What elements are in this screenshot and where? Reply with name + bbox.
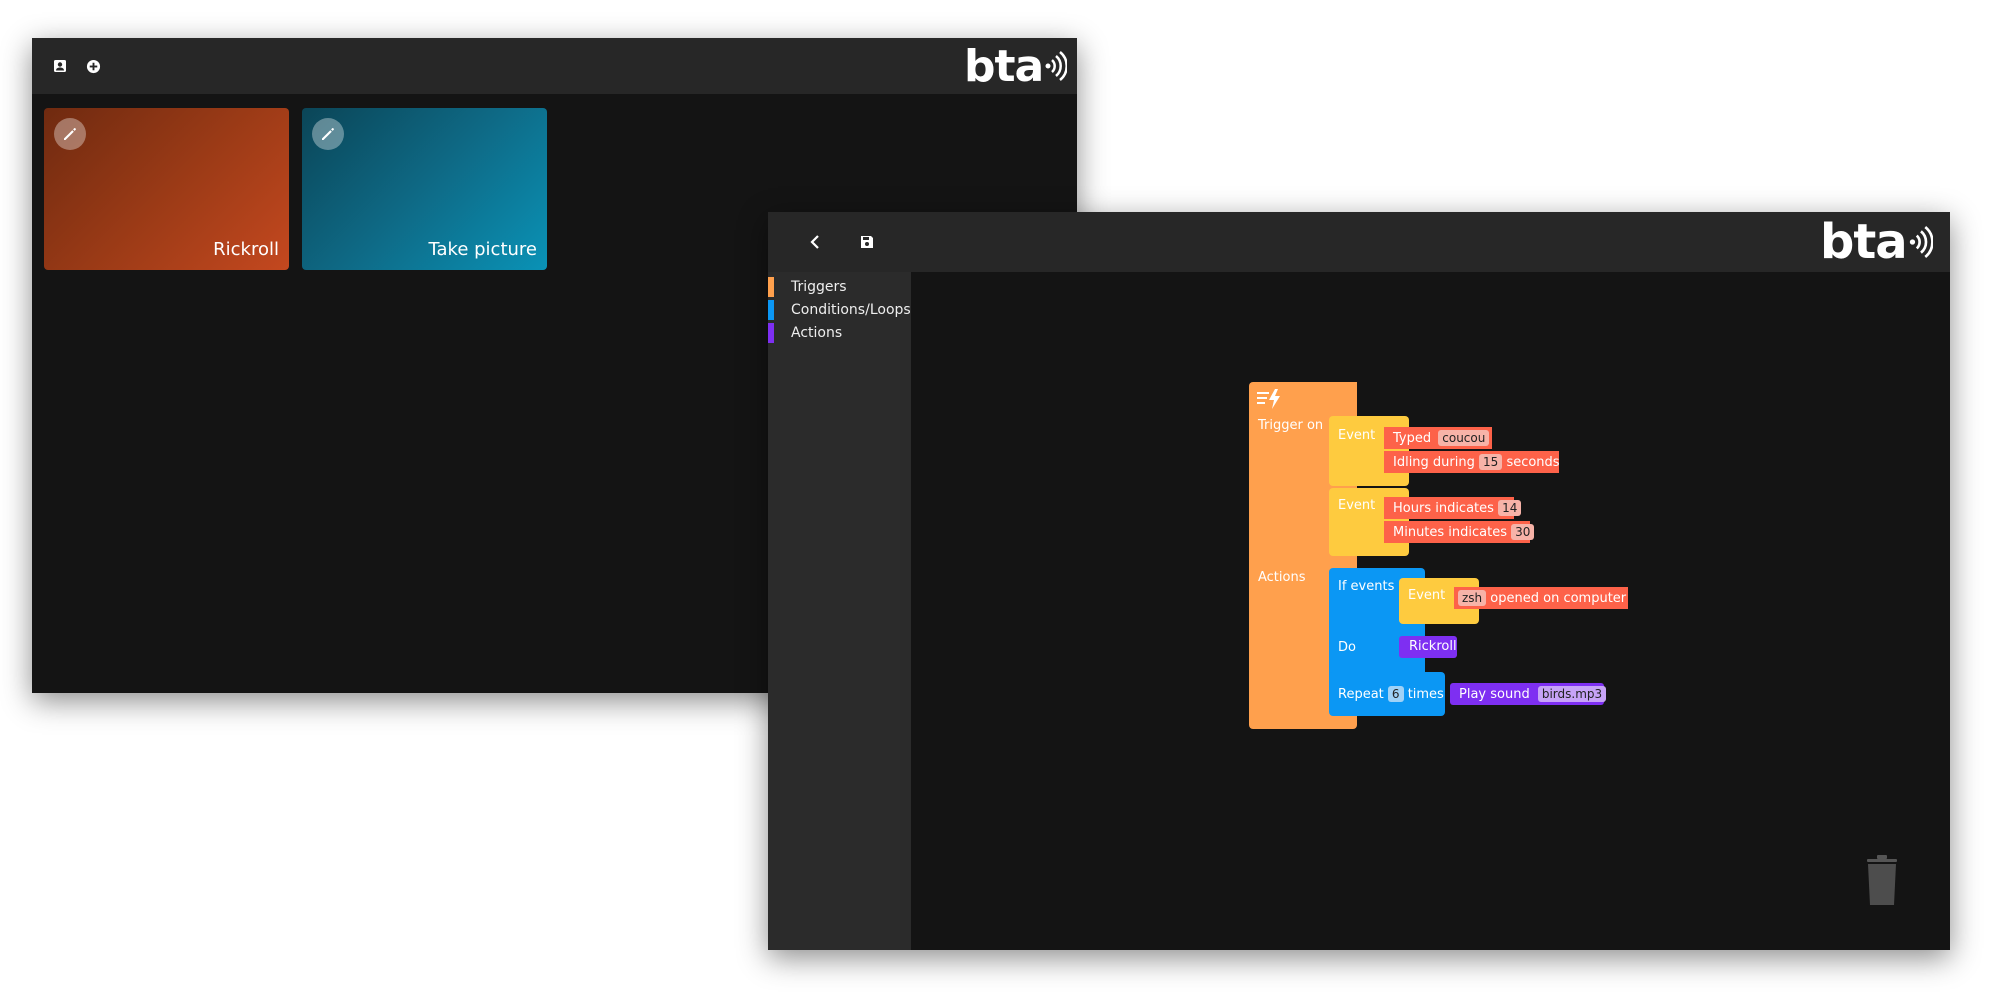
do-label: Do	[1338, 640, 1356, 655]
contact-icon[interactable]	[50, 56, 70, 76]
idling-block-content: Idling during 15 seconds	[1393, 454, 1560, 470]
back-chevron-icon[interactable]	[805, 232, 825, 252]
if-events-label: If events	[1338, 579, 1395, 594]
repeat-block-content: Repeat 6 times	[1338, 686, 1444, 702]
repeat-label: Repeat	[1338, 687, 1384, 702]
sound-value-field[interactable]: birds.mp3	[1537, 686, 1607, 702]
repeat-value-field[interactable]: 6	[1387, 686, 1404, 702]
hours-value-field[interactable]: 14	[1498, 500, 1522, 516]
block-category-sidebar: Triggers Conditions/Loops Actions	[768, 272, 911, 950]
typed-block-content: Typed coucou	[1393, 430, 1490, 446]
trash-icon[interactable]	[1864, 855, 1900, 911]
category-actions[interactable]: Actions	[768, 323, 842, 343]
category-color-swatch	[768, 323, 774, 343]
minutes-label: Minutes indicates	[1393, 525, 1508, 540]
brand-logo: bta	[1820, 214, 1933, 270]
event-label: Event	[1338, 498, 1376, 513]
save-icon[interactable]	[857, 232, 877, 252]
category-triggers[interactable]: Triggers	[768, 277, 847, 297]
scenario-card-take-picture[interactable]: Take picture	[302, 108, 547, 270]
play-sound-block-content: Play sound birds.mp3	[1459, 686, 1607, 702]
opened-block-content: zsh opened on computer	[1458, 590, 1626, 606]
program-value-field[interactable]: zsh	[1458, 590, 1487, 606]
category-label: Conditions/Loops	[791, 302, 911, 318]
idling-value-field[interactable]: 15	[1479, 454, 1503, 470]
scenario-card-rickroll[interactable]: Rickroll	[44, 108, 289, 270]
add-circle-icon[interactable]	[83, 56, 103, 76]
hours-label: Hours indicates	[1393, 501, 1494, 516]
card-label: Rickroll	[213, 239, 279, 260]
event-label: Event	[1408, 588, 1446, 603]
minutes-value-field[interactable]: 30	[1511, 524, 1535, 540]
edit-icon[interactable]	[54, 118, 86, 150]
actions-label: Actions	[1258, 570, 1306, 585]
category-color-swatch	[768, 277, 774, 297]
card-label: Take picture	[428, 239, 538, 260]
idling-label: Idling during	[1393, 455, 1475, 470]
trigger-lightning-icon	[1257, 389, 1283, 413]
event-label: Event	[1338, 428, 1376, 443]
brand-logo: bta	[964, 41, 1068, 92]
top-bar: bta	[32, 38, 1077, 94]
category-conditions-loops[interactable]: Conditions/Loops	[768, 300, 911, 320]
seconds-label: seconds	[1506, 455, 1560, 470]
category-color-swatch	[768, 300, 774, 320]
category-label: Triggers	[791, 279, 847, 295]
typed-label: Typed	[1393, 431, 1432, 446]
category-label: Actions	[791, 325, 843, 341]
top-bar: bta	[768, 212, 1950, 272]
rickroll-label: Rickroll	[1409, 639, 1457, 654]
minutes-block-content: Minutes indicates 30	[1393, 524, 1535, 540]
edit-icon[interactable]	[312, 118, 344, 150]
times-label: times	[1407, 687, 1444, 702]
typed-value-field[interactable]: coucou	[1438, 430, 1490, 446]
sound-wave-icon	[1045, 51, 1068, 81]
play-sound-label: Play sound	[1459, 687, 1530, 702]
block-editor-window: bta Triggers Conditions/Loops Actions Tr…	[768, 212, 1950, 950]
hours-block-content: Hours indicates 14	[1393, 500, 1522, 516]
opened-label: opened on computer	[1490, 591, 1627, 606]
trigger-on-label: Trigger on	[1258, 418, 1324, 433]
sound-wave-icon	[1909, 226, 1933, 258]
